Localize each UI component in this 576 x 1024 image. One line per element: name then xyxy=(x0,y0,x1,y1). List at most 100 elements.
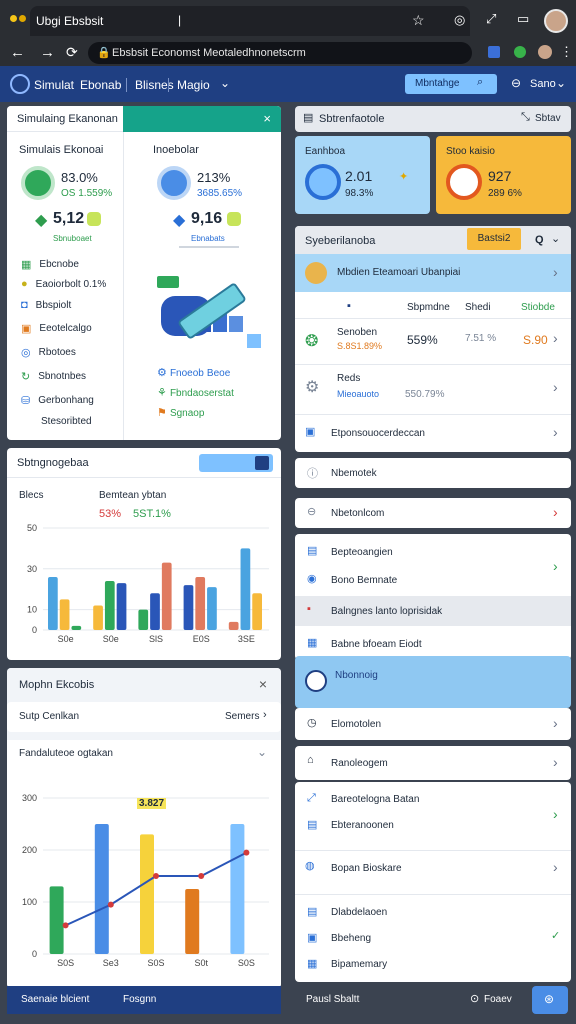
list-item[interactable]: ▤ Dlabdelaoen ▣ Bbeheng ✓ ▦ Bipamemary xyxy=(295,894,571,982)
window-dots-icon xyxy=(10,15,28,23)
bar xyxy=(49,886,64,954)
list-item[interactable]: ⤢ Bareotelogna Batan ▤ Ebteranoonen › xyxy=(295,782,571,846)
list-item[interactable]: Stesoribted xyxy=(21,412,121,430)
header-action-icon[interactable]: ⤡ xyxy=(521,111,530,124)
bottom-right-text[interactable]: Fosgnn xyxy=(123,994,156,1005)
item-label: Nbemotek xyxy=(331,468,377,479)
row-icon: ❂ xyxy=(305,333,319,350)
extension-icon-green[interactable] xyxy=(514,46,526,58)
th-1: Sbpmdne xyxy=(407,302,450,313)
user-icon[interactable]: ⊖ xyxy=(511,76,521,90)
series-point xyxy=(107,901,114,908)
header-action[interactable]: Sbtav xyxy=(535,113,561,124)
bottom-left-text[interactable]: Saenaie blcient xyxy=(21,994,89,1005)
nav-item-1[interactable]: Ebonab xyxy=(80,78,121,92)
bar xyxy=(228,621,239,630)
list-item-selected[interactable]: Nbonnoig xyxy=(295,656,571,708)
simulation-panel: Simulaing Ekanonan × Simulais Ekonoai 83… xyxy=(7,106,281,440)
series-line xyxy=(65,851,247,927)
list-item[interactable]: ↻ Sbnotnbes xyxy=(21,364,121,388)
extension-icon[interactable]: ◎ xyxy=(454,12,465,28)
list-item[interactable]: ⓘ Nbemotek xyxy=(295,458,571,488)
legend-icon: ⚙ xyxy=(157,367,167,379)
chevron-right-icon: › xyxy=(553,424,558,440)
account-icon[interactable] xyxy=(538,45,552,59)
tools-icon[interactable]: ⤢ xyxy=(486,11,496,27)
stat-card-1[interactable]: Eanhboa 2.01 98.3% ✦ xyxy=(295,136,430,214)
col1-tag: Sbnuboaet xyxy=(53,234,92,243)
bar xyxy=(93,605,103,630)
section-select[interactable]: Q xyxy=(535,234,544,246)
diamond-icon: ◆ xyxy=(35,212,48,229)
stat-card-2[interactable]: Stoo kaisio 927 289 6% xyxy=(436,136,571,214)
table-row[interactable]: ❂ Senoben S.8S1.89% 559% 7.51 % S.90 › xyxy=(295,318,571,364)
chart2-panel: Mophn Ekcobis × Sutp Cenlkan Semers › Fa… xyxy=(7,668,281,988)
bar xyxy=(116,583,127,630)
row-name: Senoben xyxy=(337,327,378,338)
stat2-title: Stoo kaisio xyxy=(446,146,495,157)
browser-tab[interactable]: Ubgi Ebsbsit | ☆ xyxy=(30,6,470,36)
nav-item-3[interactable]: Magio xyxy=(168,78,210,92)
item-label: Babne bfoeam Eiodt xyxy=(331,639,422,650)
stat1-sub: 98.3% xyxy=(345,188,374,199)
footer-settings-icon[interactable]: ⊙ xyxy=(470,992,479,1005)
nav-item-2[interactable]: Blisnes xyxy=(126,78,174,92)
list-item[interactable]: ◷ Elomotolen › xyxy=(295,708,571,740)
item-label: Elomotolen xyxy=(331,719,382,730)
bar xyxy=(104,581,115,630)
col1-title: Simulais Ekonoai xyxy=(19,144,104,156)
item-label: Bbeheng xyxy=(331,933,372,944)
row-v3: S.90 xyxy=(523,333,548,347)
chat-icon: ◘ xyxy=(21,299,28,311)
y-tick-label: 10 xyxy=(27,605,37,615)
fab-button[interactable]: ⊛ xyxy=(532,986,568,1014)
footer-mid-right-text[interactable]: Foaev xyxy=(484,994,512,1005)
user-label[interactable]: Sano xyxy=(530,78,556,90)
x-tick-label: S0S xyxy=(57,958,74,968)
diamond-icon-blue: ◆ xyxy=(173,212,186,229)
list-item[interactable]: ◍ Bopan Bioskare › xyxy=(295,850,571,884)
clock-icon: ◷ xyxy=(307,717,317,729)
chart1-svg: 0 10 30 50 S0e S0e SlS E0S 3SE xyxy=(27,523,269,644)
list-item[interactable]: ◎ Rbotoes xyxy=(21,340,121,364)
x-tick-label: Se3 xyxy=(103,958,119,968)
search-button[interactable]: Mbntahge ⌕ xyxy=(405,74,497,94)
list-item[interactable]: ⊖ Nbetonlcom › xyxy=(295,498,571,528)
list-item[interactable]: ⌂ Ranoleogem › xyxy=(295,746,571,780)
profile-avatar[interactable] xyxy=(544,9,568,33)
col2-pct: 213% xyxy=(197,170,231,185)
stat1-value: 2.01 xyxy=(345,168,373,184)
col1-pct: 83.0% xyxy=(61,170,98,185)
nav-chevron-down-icon[interactable]: ⌄ xyxy=(220,76,230,90)
item-label: Nbetonlcom xyxy=(331,508,385,519)
section-select-chevron-icon[interactable]: ⌄ xyxy=(551,232,560,245)
reload-icon[interactable]: ⟳ xyxy=(66,44,78,61)
section-button[interactable]: Bastsi2 xyxy=(467,228,521,250)
list-item[interactable]: ▦ Ebcnobe xyxy=(21,254,121,274)
close-icon[interactable]: × xyxy=(263,111,271,126)
chevron-right-icon: › xyxy=(553,264,558,280)
list-item[interactable]: ▪ Balngnes lanto loprisidak xyxy=(295,596,571,626)
list-item[interactable]: ● Eaoiorbolt 0.1% xyxy=(21,274,121,294)
table-row[interactable]: ▣ Etponsouocerdeccan › xyxy=(295,414,571,452)
chevron-right-icon: › xyxy=(553,330,558,346)
extension-icon-red[interactable] xyxy=(488,46,500,58)
user-chevron-icon[interactable]: ⌄ xyxy=(556,76,566,90)
url-bar[interactable]: 🔒 Ebsbsit Economst Meotaledhnonetscrm xyxy=(88,42,472,64)
table-row[interactable]: ⚙ Reds Mieoauoto 550.79% › xyxy=(295,364,571,412)
col1-value: 5,12 xyxy=(53,210,85,227)
forward-icon[interactable]: → xyxy=(40,44,55,61)
window-icon[interactable]: ▭ xyxy=(517,11,529,27)
fab-icon: ⊛ xyxy=(544,992,555,1006)
globe-icon: ◍ xyxy=(305,860,315,872)
back-icon[interactable]: ← xyxy=(10,44,25,61)
bookmark-star-icon[interactable]: ☆ xyxy=(412,12,425,29)
list-item[interactable]: ⛁ Gerbonhang xyxy=(21,388,121,412)
highlight-row[interactable]: Mbdien Eteamoari Ubanpiai › xyxy=(295,254,571,292)
coin-icon: ● xyxy=(21,278,28,290)
list-item[interactable]: ◘ Bbspiolt xyxy=(21,294,121,316)
list-item[interactable]: ▤ Bepteoangien ◉ Bono Bemnate › xyxy=(295,534,571,596)
menu-icon[interactable]: ⋮ xyxy=(560,44,573,60)
doc-icon: ▤ xyxy=(307,819,318,831)
list-item[interactable]: ▣ Eeotelcalgo xyxy=(21,316,121,340)
